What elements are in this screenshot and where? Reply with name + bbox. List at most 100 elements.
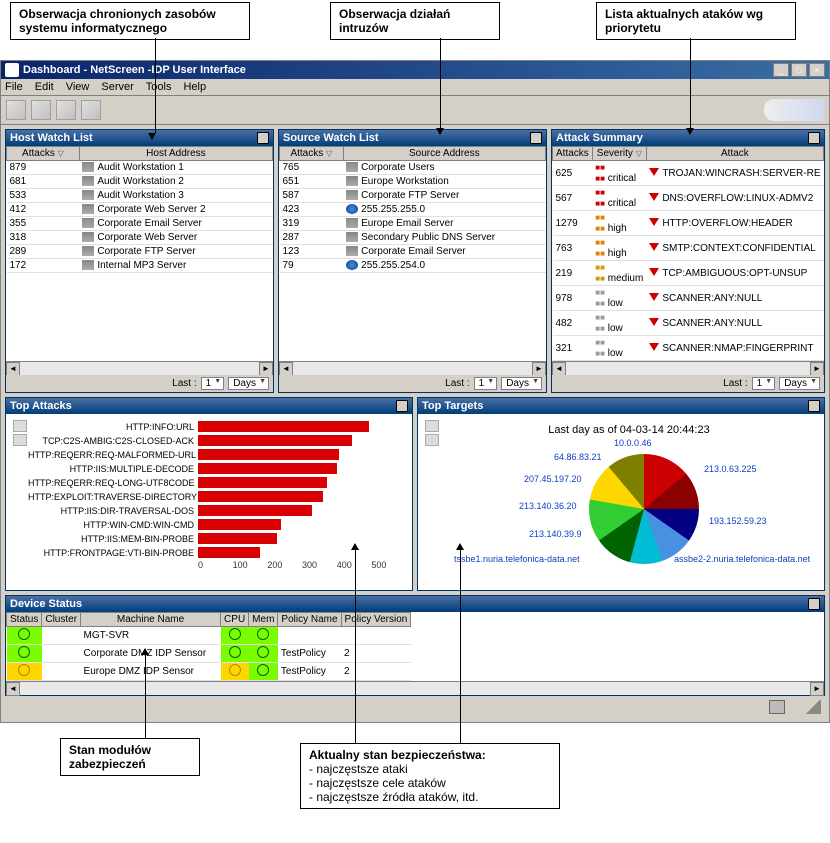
col-attacks[interactable]: Attacks [553,147,593,161]
table-row[interactable]: 587Corporate FTP Server [280,189,546,203]
col-status[interactable]: Status [7,613,42,627]
table-row[interactable]: 879Audit Workstation 1 [7,161,273,175]
panel-title-attack: Attack Summary [556,132,808,144]
table-row[interactable]: 765Corporate Users [280,161,546,175]
last-num-dropdown[interactable]: 1 [474,377,498,390]
chart-tool-1[interactable] [425,420,439,432]
menu-help[interactable]: Help [183,81,206,93]
menu-file[interactable]: File [5,81,23,93]
col-host[interactable]: Host Address [79,147,272,161]
chart-config-icon[interactable] [808,400,820,412]
table-row[interactable]: 567■■■■ criticalDNS:OVERFLOW:LINUX-ADMV2 [553,186,824,211]
col-severity[interactable]: Severity ▽ [592,147,646,161]
table-row[interactable]: 681Audit Workstation 2 [7,175,273,189]
menu-view[interactable]: View [66,81,90,93]
table-row[interactable]: 321■■■■ lowSCANNER:NMAP:FINGERPRINT [553,336,824,361]
maximize-button[interactable]: □ [791,63,807,77]
scrollbar[interactable]: ◄► [279,361,546,375]
panel-top-targets: Top Targets Last day as of 04-03-14 20:4… [417,397,825,591]
col-policy[interactable]: Policy Name [278,613,341,627]
panel-detach-icon[interactable] [808,132,820,144]
table-row[interactable]: 1279■■■■ highHTTP:OVERFLOW:HEADER [553,211,824,236]
table-row[interactable]: 289Corporate FTP Server [7,245,273,259]
table-row[interactable]: MGT-SVR [7,627,411,645]
table-row[interactable]: 287Secondary Public DNS Server [280,231,546,245]
table-row[interactable]: 219■■■■ mediumTCP:AMBIGUOUS:OPT-UNSUP [553,261,824,286]
toolbar-icon-1[interactable] [6,100,26,120]
scrollbar[interactable]: ◄► [552,361,824,375]
col-machine[interactable]: Machine Name [81,613,221,627]
col-cpu[interactable]: CPU [221,613,249,627]
panel-detach-icon[interactable] [808,598,820,610]
col-source[interactable]: Source Address [343,147,545,161]
chart-tool-2[interactable] [13,434,27,446]
pie-label: 213.140.39.9 [529,529,582,539]
panel-top-attacks: Top Attacks HTTP:INFO:URLTCP:C2S-AMBIG:C… [5,397,413,591]
toolbar-icon-2[interactable] [31,100,51,120]
col-attack-name[interactable]: Attack [646,147,823,161]
app-icon [5,63,19,77]
toolbar-icon-3[interactable] [56,100,76,120]
col-attacks[interactable]: Attacks ▽ [280,147,344,161]
scrollbar[interactable]: ◄► [6,681,824,695]
chart-tool-1[interactable] [13,420,27,432]
table-row[interactable]: Europe DMZ IDP SensorTestPolicy2 [7,663,411,681]
table-row[interactable]: 978■■■■ lowSCANNER:ANY:NULL [553,286,824,311]
bar-row: HTTP:WIN-CMD:WIN-CMD [28,518,406,531]
col-attacks[interactable]: Attacks ▽ [7,147,80,161]
last-num-dropdown[interactable]: 1 [201,377,225,390]
table-row[interactable]: 423255.255.255.0 [280,203,546,217]
table-row[interactable]: 123Corporate Email Server [280,245,546,259]
device-status-table: Status Cluster Machine Name CPU Mem Poli… [6,612,411,681]
menubar: File Edit View Server Tools Help [1,79,829,96]
bar-row: HTTP:EXPLOIT:TRAVERSE-DIRECTORY [28,490,406,503]
toolbar-icon-4[interactable] [81,100,101,120]
main-window: Dashboard - NetScreen -IDP User Interfac… [0,60,830,723]
col-mem[interactable]: Mem [249,613,278,627]
table-row[interactable]: 318Corporate Web Server [7,231,273,245]
table-row[interactable]: 763■■■■ highSMTP:CONTEXT:CONFIDENTIAL [553,236,824,261]
panel-title-source: Source Watch List [283,132,530,144]
minimize-button[interactable]: _ [773,63,789,77]
table-row[interactable]: Corporate DMZ IDP SensorTestPolicy2 [7,645,411,663]
panel-detach-icon[interactable] [257,132,269,144]
bar-axis: 0100200300400500 [198,560,406,570]
chart-config-icon[interactable] [396,400,408,412]
chart-tool-2[interactable] [425,434,439,446]
table-row[interactable]: 533Audit Workstation 3 [7,189,273,203]
chart-toolbar [12,420,28,570]
table-row[interactable]: 79255.255.254.0 [280,259,546,273]
col-policy-ver[interactable]: Policy Version [341,613,411,627]
last-unit-dropdown[interactable]: Days [228,377,269,390]
last-num-dropdown[interactable]: 1 [752,377,776,390]
pie-label: 64.86.83.21 [554,452,602,462]
table-row[interactable]: 172Internal MP3 Server [7,259,273,273]
scrollbar[interactable]: ◄► [6,361,273,375]
menu-edit[interactable]: Edit [35,81,54,93]
table-row[interactable]: 355Corporate Email Server [7,217,273,231]
resize-grip-icon[interactable] [805,700,821,714]
annotation-top-mid: Obserwacja działań intruzów [330,2,500,40]
print-icon[interactable] [769,700,785,714]
table-row[interactable]: 319Europe Email Server [280,217,546,231]
menu-server[interactable]: Server [101,81,133,93]
pie-subtitle: Last day as of 04-03-14 20:44:23 [548,424,709,436]
menu-tools[interactable]: Tools [146,81,172,93]
table-row[interactable]: 412Corporate Web Server 2 [7,203,273,217]
col-cluster[interactable]: Cluster [42,613,81,627]
close-button[interactable]: × [809,63,825,77]
pie-label: 193.152.59.23 [709,516,767,526]
titlebar[interactable]: Dashboard - NetScreen -IDP User Interfac… [1,61,829,79]
table-row[interactable]: 651Europe Workstation [280,175,546,189]
panel-device-status: Device Status Status Cluster Machine Nam… [5,595,825,696]
table-row[interactable]: 625■■■■ criticalTROJAN:WINCRASH:SERVER-R… [553,161,824,186]
bar-row: HTTP:REQERR:REQ-MALFORMED-URL [28,448,406,461]
last-unit-dropdown[interactable]: Days [779,377,820,390]
last-unit-dropdown[interactable]: Days [501,377,542,390]
panel-detach-icon[interactable] [530,132,542,144]
bar-row: HTTP:IIS:MULTIPLE-DECODE [28,462,406,475]
panel-title-host: Host Watch List [10,132,257,144]
table-row[interactable]: 482■■■■ lowSCANNER:ANY:NULL [553,311,824,336]
brand-logo [764,99,824,121]
window-title: Dashboard - NetScreen -IDP User Interfac… [23,64,773,76]
